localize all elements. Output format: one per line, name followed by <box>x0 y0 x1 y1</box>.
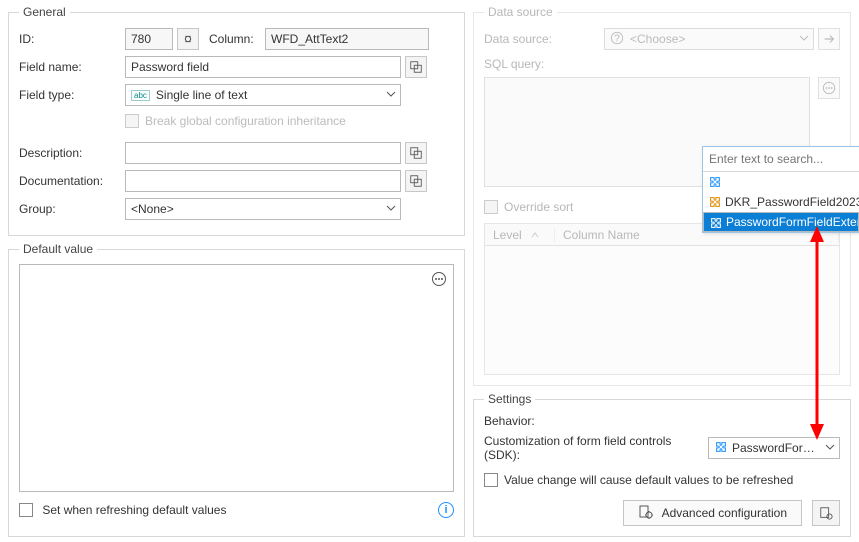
sort-asc-icon <box>531 228 539 242</box>
col-level: Level <box>485 228 555 242</box>
value-change-label: Value change will cause default values t… <box>504 473 793 487</box>
group-value: <None> <box>131 202 174 216</box>
go-arrow-icon <box>818 28 840 50</box>
default-value-textarea[interactable] <box>19 264 454 492</box>
break-inherit-checkbox <box>125 114 139 128</box>
set-refresh-label: Set when refreshing default values <box>42 503 226 517</box>
translate-icon[interactable] <box>405 56 427 78</box>
id-field <box>125 28 173 50</box>
sqlquery-more-icon <box>818 77 840 99</box>
default-value-fieldset: Default value Set when refreshing defaul… <box>8 242 465 537</box>
settings-legend: Settings <box>484 392 535 406</box>
more-icon[interactable] <box>431 271 447 290</box>
chevron-down-icon <box>799 32 809 46</box>
customization-value: PasswordFormField... <box>732 441 821 455</box>
customization-dropdown-popup: DKR_PasswordField2023 PasswordFormFieldEx… <box>702 146 859 233</box>
datasource-select: ? <Choose> <box>604 28 814 50</box>
column-field <box>265 28 429 50</box>
popup-item-label: DKR_PasswordField2023 <box>725 195 859 209</box>
chevron-down-icon <box>386 202 396 216</box>
advanced-config-label: Advanced configuration <box>662 506 787 520</box>
set-refresh-checkbox[interactable] <box>19 503 33 517</box>
popup-item[interactable] <box>703 172 859 192</box>
popup-item[interactable]: PasswordFormFieldExtension <box>703 212 859 232</box>
override-sort-checkbox <box>484 200 498 214</box>
documentation-input[interactable] <box>125 170 401 192</box>
general-legend: General <box>19 5 70 19</box>
break-inherit-label: Break global configuration inheritance <box>145 114 346 128</box>
fieldtype-select[interactable]: abc Single line of text <box>125 84 401 106</box>
fieldname-label: Field name: <box>19 60 125 74</box>
popup-search-input[interactable] <box>703 147 859 171</box>
data-source-legend: Data source <box>484 5 557 19</box>
puzzle-icon <box>714 440 728 457</box>
customization-label: Customization of form field controls (SD… <box>484 434 708 462</box>
fieldname-input[interactable] <box>125 56 401 78</box>
description-label: Description: <box>19 146 125 160</box>
popup-item[interactable]: DKR_PasswordField2023 <box>703 192 859 212</box>
info-icon[interactable]: i <box>438 502 454 518</box>
description-translate-icon[interactable] <box>405 142 427 164</box>
puzzle-icon <box>708 215 724 231</box>
sqlquery-label: SQL query: <box>484 57 604 71</box>
puzzle-icon <box>707 174 723 190</box>
behavior-label: Behavior: <box>484 414 840 428</box>
chevron-down-icon <box>386 88 396 102</box>
value-change-checkbox[interactable] <box>484 473 498 487</box>
id-label: ID: <box>19 32 125 46</box>
chevron-down-icon <box>825 441 835 455</box>
datasource-placeholder: <Choose> <box>630 32 685 46</box>
column-label: Column: <box>209 32 265 46</box>
gear-doc-icon <box>638 504 654 523</box>
documentation-label: Documentation: <box>19 174 125 188</box>
description-input[interactable] <box>125 142 401 164</box>
id-link-icon[interactable] <box>177 28 199 50</box>
columns-grid: Level Column Name <box>484 223 840 375</box>
datasource-label: Data source: <box>484 32 604 46</box>
documentation-translate-icon[interactable] <box>405 170 427 192</box>
fieldtype-value: Single line of text <box>156 88 247 102</box>
customization-select[interactable]: PasswordFormField... <box>708 437 840 459</box>
general-fieldset: General ID: Column: Field name: Field ty… <box>8 5 465 236</box>
default-value-legend: Default value <box>19 242 97 256</box>
group-select[interactable]: <None> <box>125 198 401 220</box>
abc-icon: abc <box>131 90 150 101</box>
popup-item-label: PasswordFormFieldExtension <box>726 215 859 229</box>
settings-fieldset: Settings Behavior: Customization of form… <box>473 392 851 537</box>
help-icon: ? <box>610 31 624 48</box>
puzzle-icon <box>707 194 723 210</box>
fieldtype-label: Field type: <box>19 88 125 102</box>
advanced-config-button[interactable]: Advanced configuration <box>623 500 802 526</box>
settings-extra-icon[interactable] <box>812 500 840 526</box>
svg-text:?: ? <box>614 32 620 44</box>
override-sort-label: Override sort <box>504 200 573 214</box>
popup-search <box>703 147 859 172</box>
group-label: Group: <box>19 202 125 216</box>
